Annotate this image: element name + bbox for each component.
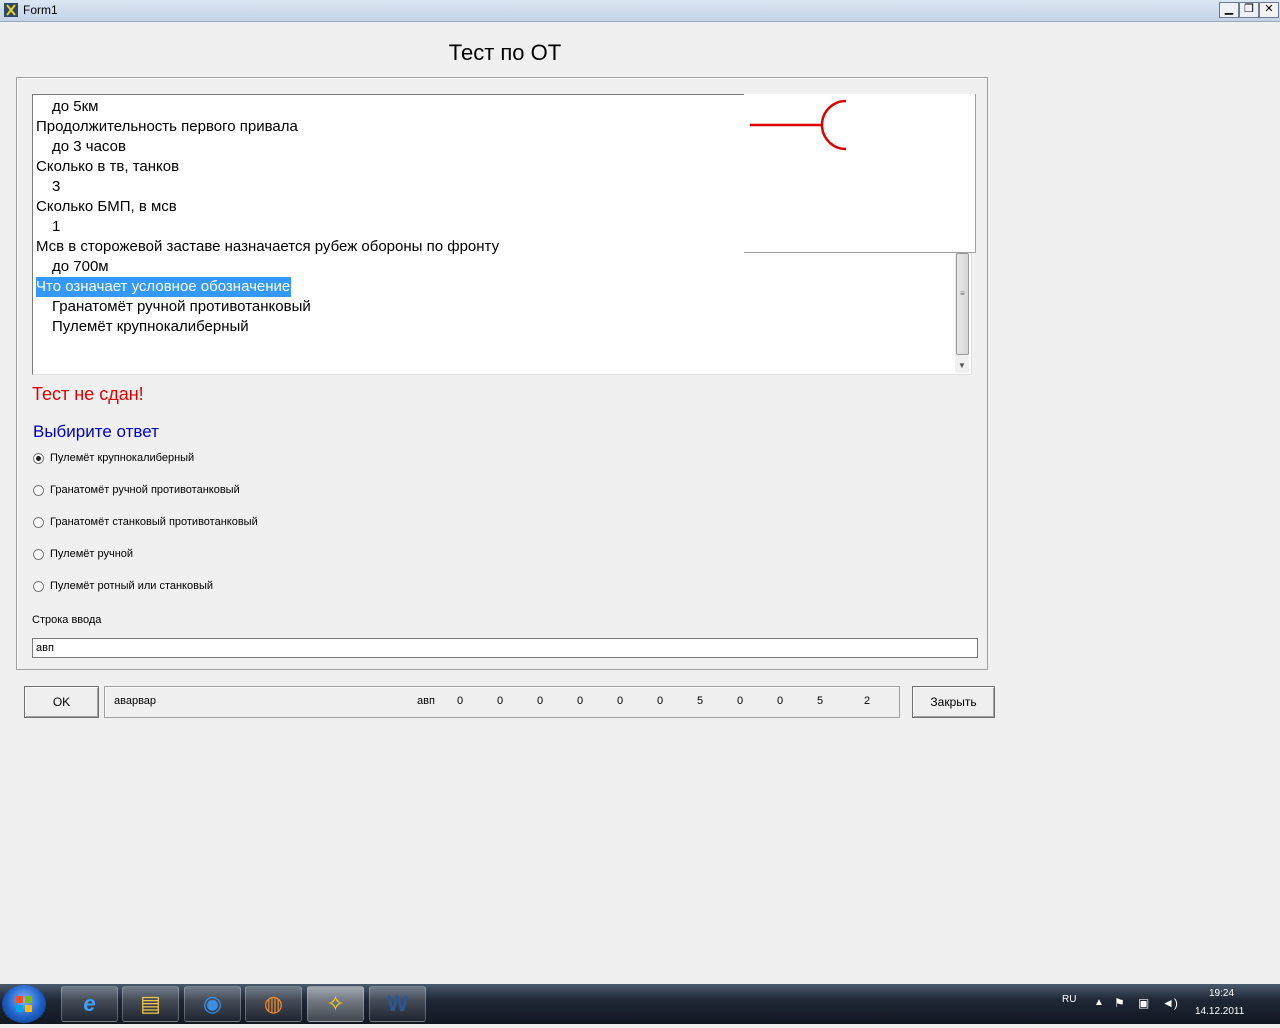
window-title: Form1: [23, 3, 58, 17]
ok-button[interactable]: OK: [24, 686, 99, 718]
memo-line: 1: [52, 218, 61, 235]
status-number: 0: [776, 695, 784, 707]
close-button[interactable]: Закрыть: [912, 686, 995, 718]
answer-option[interactable]: Пулемёт крупнокалиберный: [33, 450, 194, 466]
tray-date[interactable]: 14.12.2011: [1195, 1006, 1244, 1017]
restore-button[interactable]: ❐: [1239, 2, 1259, 18]
memo-line: Сколько БМП, в мсв: [36, 198, 177, 215]
tray-language[interactable]: RU: [1062, 994, 1076, 1005]
minimize-button[interactable]: ▁: [1219, 2, 1239, 18]
answer-option-label[interactable]: Гранатомёт станковый противотанковый: [50, 516, 258, 528]
memo-line: до 3 часов: [52, 138, 126, 155]
grenade-launcher-symbol-icon: [750, 99, 847, 151]
answer-option-label[interactable]: Гранатомёт ручной противотанковый: [50, 484, 240, 496]
start-orb-icon[interactable]: [2, 985, 46, 1023]
delphi-app-icon: [4, 3, 18, 17]
word-icon[interactable]: W: [369, 986, 426, 1022]
window-titlebar: Form1 ▁ ❐ ✕: [0, 0, 1280, 22]
radio-checked-icon[interactable]: [33, 452, 44, 464]
status-number: 0: [656, 695, 664, 707]
memo-line-selected: Что означает условное обозначение: [36, 277, 292, 297]
memo-scrollbar[interactable]: ≡ ▼: [955, 253, 969, 373]
volume-icon[interactable]: ◄): [1162, 996, 1178, 1010]
status-number: 5: [696, 695, 704, 707]
status-number: 0: [616, 695, 624, 707]
memo-line: Пулемёт крупнокалиберный: [52, 318, 249, 335]
close-window-button[interactable]: ✕: [1259, 2, 1279, 18]
file-explorer-icon[interactable]: ▤: [122, 986, 179, 1022]
radio-icon[interactable]: [33, 548, 44, 560]
memo-line: до 700м: [52, 258, 109, 275]
status-number: 0: [456, 695, 464, 707]
flag-icon[interactable]: ⚑: [1114, 996, 1125, 1010]
answer-input[interactable]: [32, 638, 978, 658]
status-number: 0: [576, 695, 584, 707]
firefox-icon[interactable]: ◍: [245, 986, 302, 1022]
answer-option[interactable]: Гранатомёт станковый противотанковый: [33, 514, 258, 530]
status-number: 0: [736, 695, 744, 707]
memo-line: Мсв в сторожевой заставе назначается руб…: [36, 238, 500, 255]
memo-line: до 5км: [52, 98, 99, 115]
status-number: 5: [816, 695, 824, 707]
internet-explorer-icon[interactable]: e: [61, 986, 118, 1022]
input-label: Строка ввода: [32, 614, 102, 626]
symbol-image: [744, 94, 976, 253]
answer-option-label[interactable]: Пулемёт ручной: [50, 548, 133, 560]
memo-line: Гранатомёт ручной противотанковый: [52, 298, 311, 315]
tray-time[interactable]: 19:24: [1209, 988, 1234, 999]
answer-option-label[interactable]: Пулемёт крупнокалиберный: [50, 452, 194, 464]
scroll-thumb[interactable]: ≡: [956, 253, 969, 355]
radio-icon[interactable]: [33, 580, 44, 592]
answer-option[interactable]: Пулемёт ручной: [33, 546, 133, 562]
status-number: 2: [863, 695, 871, 707]
media-player-icon[interactable]: ◉: [184, 986, 241, 1022]
status-number: 0: [496, 695, 504, 707]
form-title: Тест по ОТ: [448, 40, 562, 65]
network-icon[interactable]: ▣: [1138, 996, 1149, 1010]
taskbar: e ▤ ◉ ◍ ✧ W RU ▲ ⚑ ▣ ◄) 19:24 14.12.2011: [0, 984, 1280, 1024]
result-label: Тест не сдан!: [32, 384, 144, 404]
prompt-label: Выбирите ответ: [33, 422, 159, 441]
memo-line: Продолжительность первого привала: [36, 118, 298, 135]
tray-arrow-icon[interactable]: ▲: [1094, 997, 1104, 1008]
status-panel: аварвар авп 0 0 0 0 0 0 5 0 0 5 2: [104, 686, 900, 718]
radio-icon[interactable]: [33, 484, 44, 496]
status-input-echo: авп: [417, 695, 435, 707]
delphi-app-taskbar-item[interactable]: ✧: [307, 986, 364, 1022]
answer-option[interactable]: Пулемёт ротный или станковый: [33, 578, 213, 594]
answer-option[interactable]: Гранатомёт ручной противотанковый: [33, 482, 240, 498]
status-number: 0: [536, 695, 544, 707]
scroll-down-arrow-icon[interactable]: ▼: [958, 361, 966, 370]
answer-option-label[interactable]: Пулемёт ротный или станковый: [50, 580, 213, 592]
memo-line: Сколько в тв, танков: [36, 158, 180, 175]
radio-icon[interactable]: [33, 516, 44, 528]
memo-line: 3: [52, 178, 61, 195]
status-name: аварвар: [114, 695, 157, 707]
